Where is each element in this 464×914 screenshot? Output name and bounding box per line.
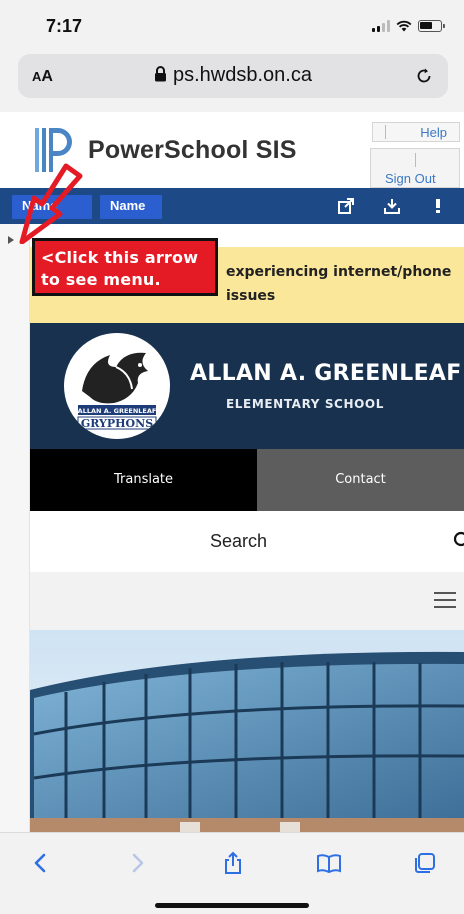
status-time: 7:17 <box>46 16 83 36</box>
reload-icon[interactable] <box>414 66 434 86</box>
tabs-icon[interactable] <box>412 851 438 875</box>
contact-button[interactable]: Contact <box>257 449 464 511</box>
translate-button[interactable]: Translate <box>30 449 257 511</box>
school-building-photo <box>30 630 464 832</box>
alert-text: experiencing internet/phone issues <box>226 264 452 304</box>
sign-out-link[interactable]: Sign Out <box>385 171 436 186</box>
menu-expand-arrow-icon[interactable] <box>8 236 14 244</box>
red-pointer-arrow-icon <box>19 163 83 244</box>
back-arrow-icon[interactable] <box>28 851 54 875</box>
status-icons <box>372 18 445 32</box>
powerschool-title: PowerSchool SIS <box>88 136 297 164</box>
help-link[interactable]: Help <box>420 125 447 140</box>
exclamation-icon[interactable] <box>430 198 446 214</box>
forward-arrow-icon[interactable] <box>124 851 150 875</box>
side-menu-strip <box>0 224 30 832</box>
school-subtitle: ELEMENTARY SCHOOL <box>226 397 384 411</box>
battery-icon <box>418 20 445 32</box>
site-nav-buttons: Translate Contact <box>30 449 464 511</box>
building-image <box>30 630 464 832</box>
svg-text:GRYPHONS: GRYPHONS <box>81 417 153 430</box>
external-link-icon[interactable] <box>338 198 354 214</box>
status-bar: 7:17 <box>0 0 464 42</box>
web-page: PowerSchool SIS Help Sign Out Name Name <box>0 112 464 832</box>
school-banner: ALLAN A. GREENLEAF GRYPHONS ALLAN A. GRE… <box>30 323 464 449</box>
signout-box: Sign Out <box>370 148 460 188</box>
home-indicator <box>155 903 309 908</box>
browser-toolbar <box>0 832 464 914</box>
hamburger-menu-icon[interactable] <box>434 592 456 608</box>
wifi-icon <box>396 20 412 32</box>
svg-text:ALLAN A. GREENLEAF: ALLAN A. GREENLEAF <box>78 407 157 415</box>
address-bar[interactable]: AA ps.hwdsb.on.ca <box>18 54 448 98</box>
help-box: Help <box>372 122 460 142</box>
cellular-signal-icon <box>372 20 390 32</box>
lock-icon <box>155 66 166 82</box>
search-label[interactable]: Search <box>210 531 267 552</box>
student-name-tab-2[interactable]: Name <box>100 195 162 219</box>
bookmarks-icon[interactable] <box>316 851 342 875</box>
url-text: ps.hwdsb.on.ca <box>173 64 312 86</box>
browser-chrome-top: AA ps.hwdsb.on.ca <box>0 42 464 112</box>
site-menu-bar <box>30 572 464 630</box>
download-icon[interactable] <box>384 198 400 214</box>
gryphon-logo-icon: ALLAN A. GREENLEAF GRYPHONS <box>77 352 157 430</box>
search-icon[interactable] <box>452 531 464 549</box>
url-display[interactable]: ps.hwdsb.on.ca <box>18 64 448 87</box>
school-logo: ALLAN A. GREENLEAF GRYPHONS <box>64 333 170 439</box>
instruction-callout: <Click this arrow to see menu. <box>32 238 218 296</box>
school-name: ALLAN A. GREENLEAF <box>190 361 462 386</box>
share-icon[interactable] <box>220 851 246 875</box>
